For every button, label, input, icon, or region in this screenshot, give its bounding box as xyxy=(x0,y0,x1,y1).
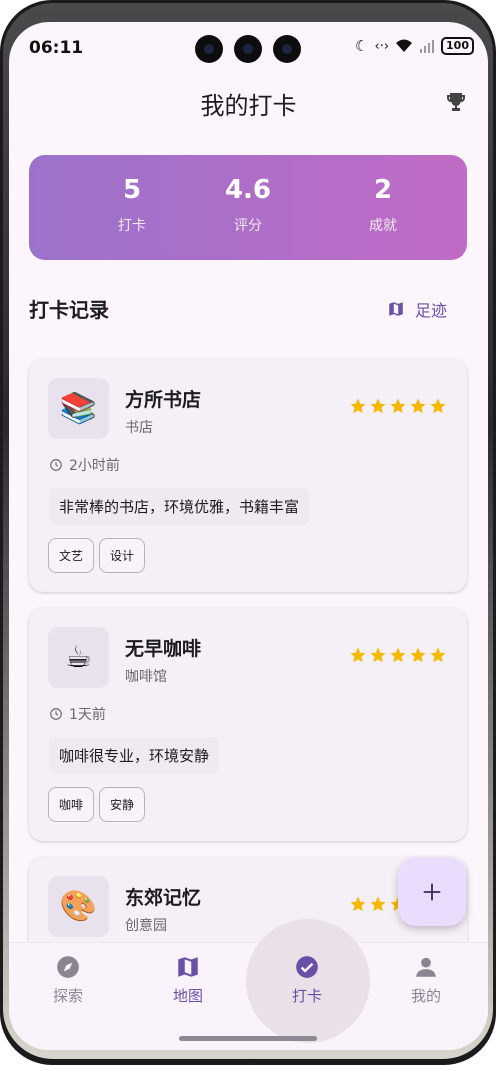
nav-label: 探索 xyxy=(52,987,83,1005)
camera-icon xyxy=(273,35,301,63)
star-icon xyxy=(370,647,386,663)
trophy-icon[interactable] xyxy=(444,90,468,114)
record-card[interactable]: ☕ 无早咖啡 咖啡馆 1天前 咖啡很专业，环境安静 咖啡 安静 xyxy=(29,608,467,841)
tag-chip[interactable]: 文艺 xyxy=(48,538,95,573)
rating-stars xyxy=(349,646,447,664)
star-icon xyxy=(430,647,446,663)
star-icon xyxy=(410,647,426,663)
stat-value: 5 xyxy=(122,175,142,205)
stat-label: 评分 xyxy=(234,218,262,234)
footprint-label: 足迹 xyxy=(414,301,447,320)
star-icon xyxy=(350,647,366,663)
camera-icon xyxy=(195,35,223,63)
stat-value: 4.6 xyxy=(224,175,272,205)
nav-item-checkin[interactable]: 打卡 xyxy=(257,954,357,1006)
palette-icon: 🎨 xyxy=(48,876,109,937)
person-icon xyxy=(416,957,436,977)
tag-chip[interactable]: 咖啡 xyxy=(48,787,95,822)
star-icon xyxy=(370,398,386,414)
tag-list: 文艺 设计 xyxy=(48,538,146,573)
signal-icon xyxy=(420,40,435,53)
place-name: 方所书店 xyxy=(125,389,202,411)
star-icon xyxy=(390,398,406,414)
record-card[interactable]: 📚 方所书店 书店 2小时前 非常棒的书店，环境优雅，书籍丰富 文艺 设计 xyxy=(29,359,467,592)
rating-stars xyxy=(349,397,447,415)
record-comment: 咖啡很专业，环境安静 xyxy=(49,737,220,774)
place-name: 无早咖啡 xyxy=(125,638,202,660)
nav-label: 地图 xyxy=(172,987,203,1005)
tag-chip[interactable]: 安静 xyxy=(99,787,146,822)
star-icon xyxy=(370,896,386,912)
add-checkin-button[interactable] xyxy=(398,858,466,926)
compass-icon xyxy=(57,956,79,978)
books-icon: 📚 xyxy=(48,378,109,439)
tag-list: 咖啡 安静 xyxy=(48,787,146,822)
status-time: 06:11 xyxy=(29,38,84,58)
stat-label: 成就 xyxy=(369,218,397,234)
status-icons: ☾ ‹·› 100 xyxy=(355,37,474,55)
clock-icon xyxy=(50,459,62,471)
checkin-time: 2小时前 xyxy=(49,455,120,475)
time-text: 2小时前 xyxy=(69,458,120,474)
camera-icon xyxy=(234,35,262,63)
checkin-time: 1天前 xyxy=(49,704,106,724)
star-icon xyxy=(430,398,446,414)
moon-icon: ☾ xyxy=(355,37,369,55)
nav-label: 打卡 xyxy=(291,987,322,1005)
home-indicator[interactable] xyxy=(179,1036,317,1041)
star-icon xyxy=(350,896,366,912)
time-text: 1天前 xyxy=(69,707,106,723)
nav-item-map[interactable]: 地图 xyxy=(138,954,238,1006)
records-section-header: 打卡记录 足迹 xyxy=(29,294,467,324)
place-category: 创意园 xyxy=(125,918,167,934)
place-category: 咖啡馆 xyxy=(125,669,167,685)
stat-rating: 4.6 评分 xyxy=(188,175,308,235)
stat-checkins: 5 打卡 xyxy=(72,175,192,235)
stat-value: 2 xyxy=(373,175,393,205)
nav-item-explore[interactable]: 探索 xyxy=(18,954,118,1006)
app-header: 我的打卡 xyxy=(9,72,488,132)
data-transfer-icon: ‹·› xyxy=(374,38,390,54)
footprint-button[interactable]: 足迹 xyxy=(387,297,447,321)
coffee-icon: ☕ xyxy=(48,627,109,688)
map-icon xyxy=(178,957,198,977)
page-title: 我的打卡 xyxy=(200,92,297,120)
wifi-icon xyxy=(396,39,413,52)
stat-achievements: 2 成就 xyxy=(323,175,443,235)
nav-item-profile[interactable]: 我的 xyxy=(376,954,476,1006)
record-comment: 非常棒的书店，环境优雅，书籍丰富 xyxy=(49,488,310,525)
star-icon xyxy=(410,398,426,414)
star-icon xyxy=(390,647,406,663)
clock-icon xyxy=(50,708,62,720)
check-circle-icon xyxy=(296,956,318,978)
map-icon xyxy=(389,302,403,316)
place-name: 东郊记忆 xyxy=(125,887,202,909)
plus-icon xyxy=(423,883,441,901)
place-category: 书店 xyxy=(125,420,153,436)
status-bar: 06:11 ☾ ‹·› 100 xyxy=(9,22,488,72)
stat-label: 打卡 xyxy=(118,218,146,234)
nav-label: 我的 xyxy=(410,987,441,1005)
star-icon xyxy=(350,398,366,414)
app-screen: 06:11 ☾ ‹·› 100 我的打卡 5 打卡 4.6 评分 2 成就 打卡… xyxy=(9,22,488,1050)
tag-chip[interactable]: 设计 xyxy=(99,538,146,573)
battery-indicator: 100 xyxy=(441,37,474,55)
stats-banner: 5 打卡 4.6 评分 2 成就 xyxy=(29,155,467,260)
